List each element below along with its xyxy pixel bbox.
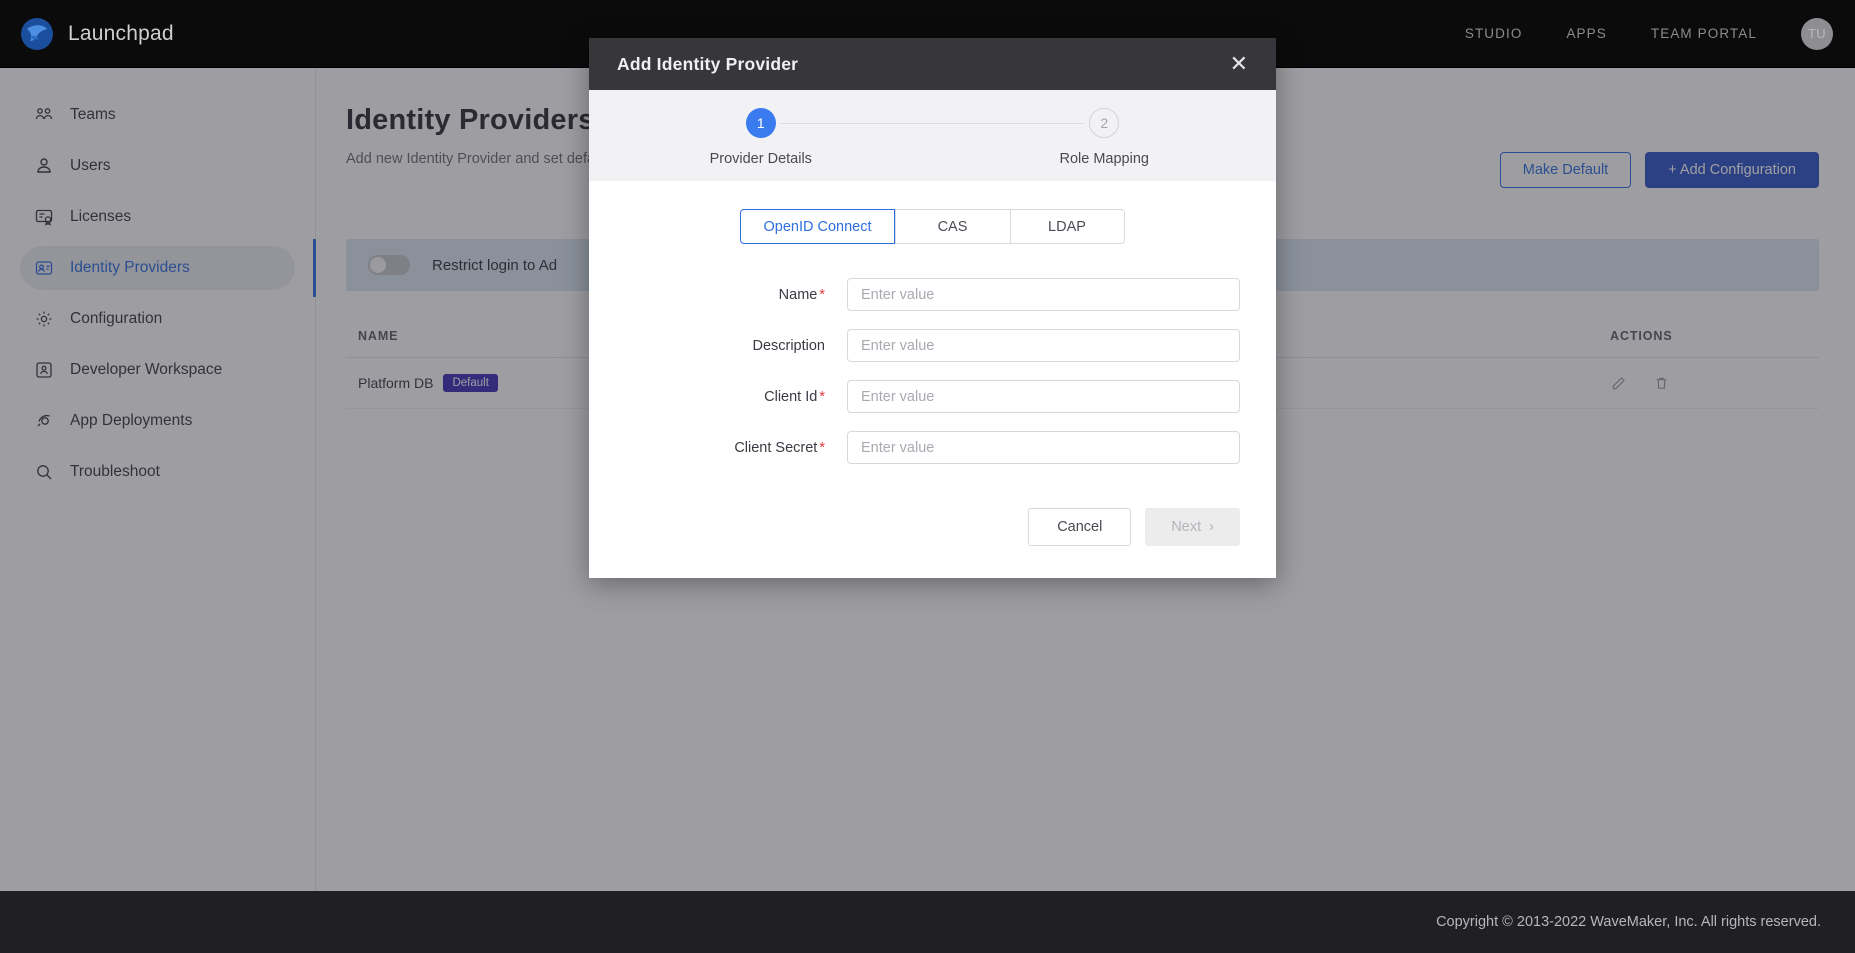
name-input[interactable] (847, 278, 1240, 311)
field-client-secret: Client Secret* (625, 431, 1240, 464)
field-label: Name* (625, 287, 847, 303)
page-footer: Copyright © 2013-2022 WaveMaker, Inc. Al… (0, 891, 1855, 953)
topnav-links: STUDIO APPS TEAM PORTAL TU (1465, 18, 1855, 50)
modal-header: Add Identity Provider ✕ (589, 38, 1276, 90)
step-provider-details[interactable]: 1 Provider Details (589, 108, 933, 167)
next-button[interactable]: Next › (1145, 508, 1240, 546)
tab-cas[interactable]: CAS (895, 209, 1010, 244)
field-description: Description (625, 329, 1240, 362)
next-label: Next (1171, 519, 1201, 535)
step-label: Provider Details (710, 151, 812, 167)
field-label: Client Secret* (625, 440, 847, 456)
label-text: Client Secret (734, 440, 817, 456)
nav-link-apps[interactable]: APPS (1566, 26, 1606, 41)
step-number: 2 (1089, 108, 1119, 138)
copyright-text: Copyright © 2013-2022 WaveMaker, Inc. Al… (1436, 914, 1821, 930)
client-secret-input[interactable] (847, 431, 1240, 464)
modal-actions: Cancel Next › (589, 482, 1276, 578)
modal-title: Add Identity Provider (617, 54, 798, 75)
modal-stepper: 1 Provider Details 2 Role Mapping (589, 90, 1276, 181)
field-label: Client Id* (625, 389, 847, 405)
label-text: Description (752, 338, 825, 354)
modal-body: OpenID Connect CAS LDAP Name* Descriptio… (589, 181, 1276, 464)
add-identity-provider-modal: Add Identity Provider ✕ 1 Provider Detai… (589, 38, 1276, 578)
brand-area[interactable]: Launchpad (0, 17, 174, 51)
cancel-button[interactable]: Cancel (1028, 508, 1131, 546)
field-name: Name* (625, 278, 1240, 311)
tab-ldap[interactable]: LDAP (1010, 209, 1125, 244)
step-number: 1 (746, 108, 776, 138)
step-label: Role Mapping (1060, 151, 1149, 167)
description-input[interactable] (847, 329, 1240, 362)
required-marker: * (819, 287, 825, 303)
nav-link-team-portal[interactable]: TEAM PORTAL (1651, 26, 1757, 41)
brand-title: Launchpad (68, 22, 174, 46)
chevron-right-icon: › (1209, 519, 1214, 535)
client-id-input[interactable] (847, 380, 1240, 413)
nav-link-studio[interactable]: STUDIO (1465, 26, 1523, 41)
field-label: Description (625, 338, 847, 354)
label-text: Name (779, 287, 818, 303)
close-icon[interactable]: ✕ (1224, 49, 1254, 79)
field-client-id: Client Id* (625, 380, 1240, 413)
provider-type-tabs: OpenID Connect CAS LDAP (625, 209, 1240, 244)
label-text: Client Id (764, 389, 817, 405)
avatar[interactable]: TU (1801, 18, 1833, 50)
tab-openid-connect[interactable]: OpenID Connect (740, 209, 894, 244)
app-root: Launchpad STUDIO APPS TEAM PORTAL TU Tea… (0, 0, 1855, 953)
wavemaker-logo-icon (20, 17, 54, 51)
required-marker: * (819, 440, 825, 456)
step-role-mapping[interactable]: 2 Role Mapping (933, 108, 1277, 167)
required-marker: * (819, 389, 825, 405)
